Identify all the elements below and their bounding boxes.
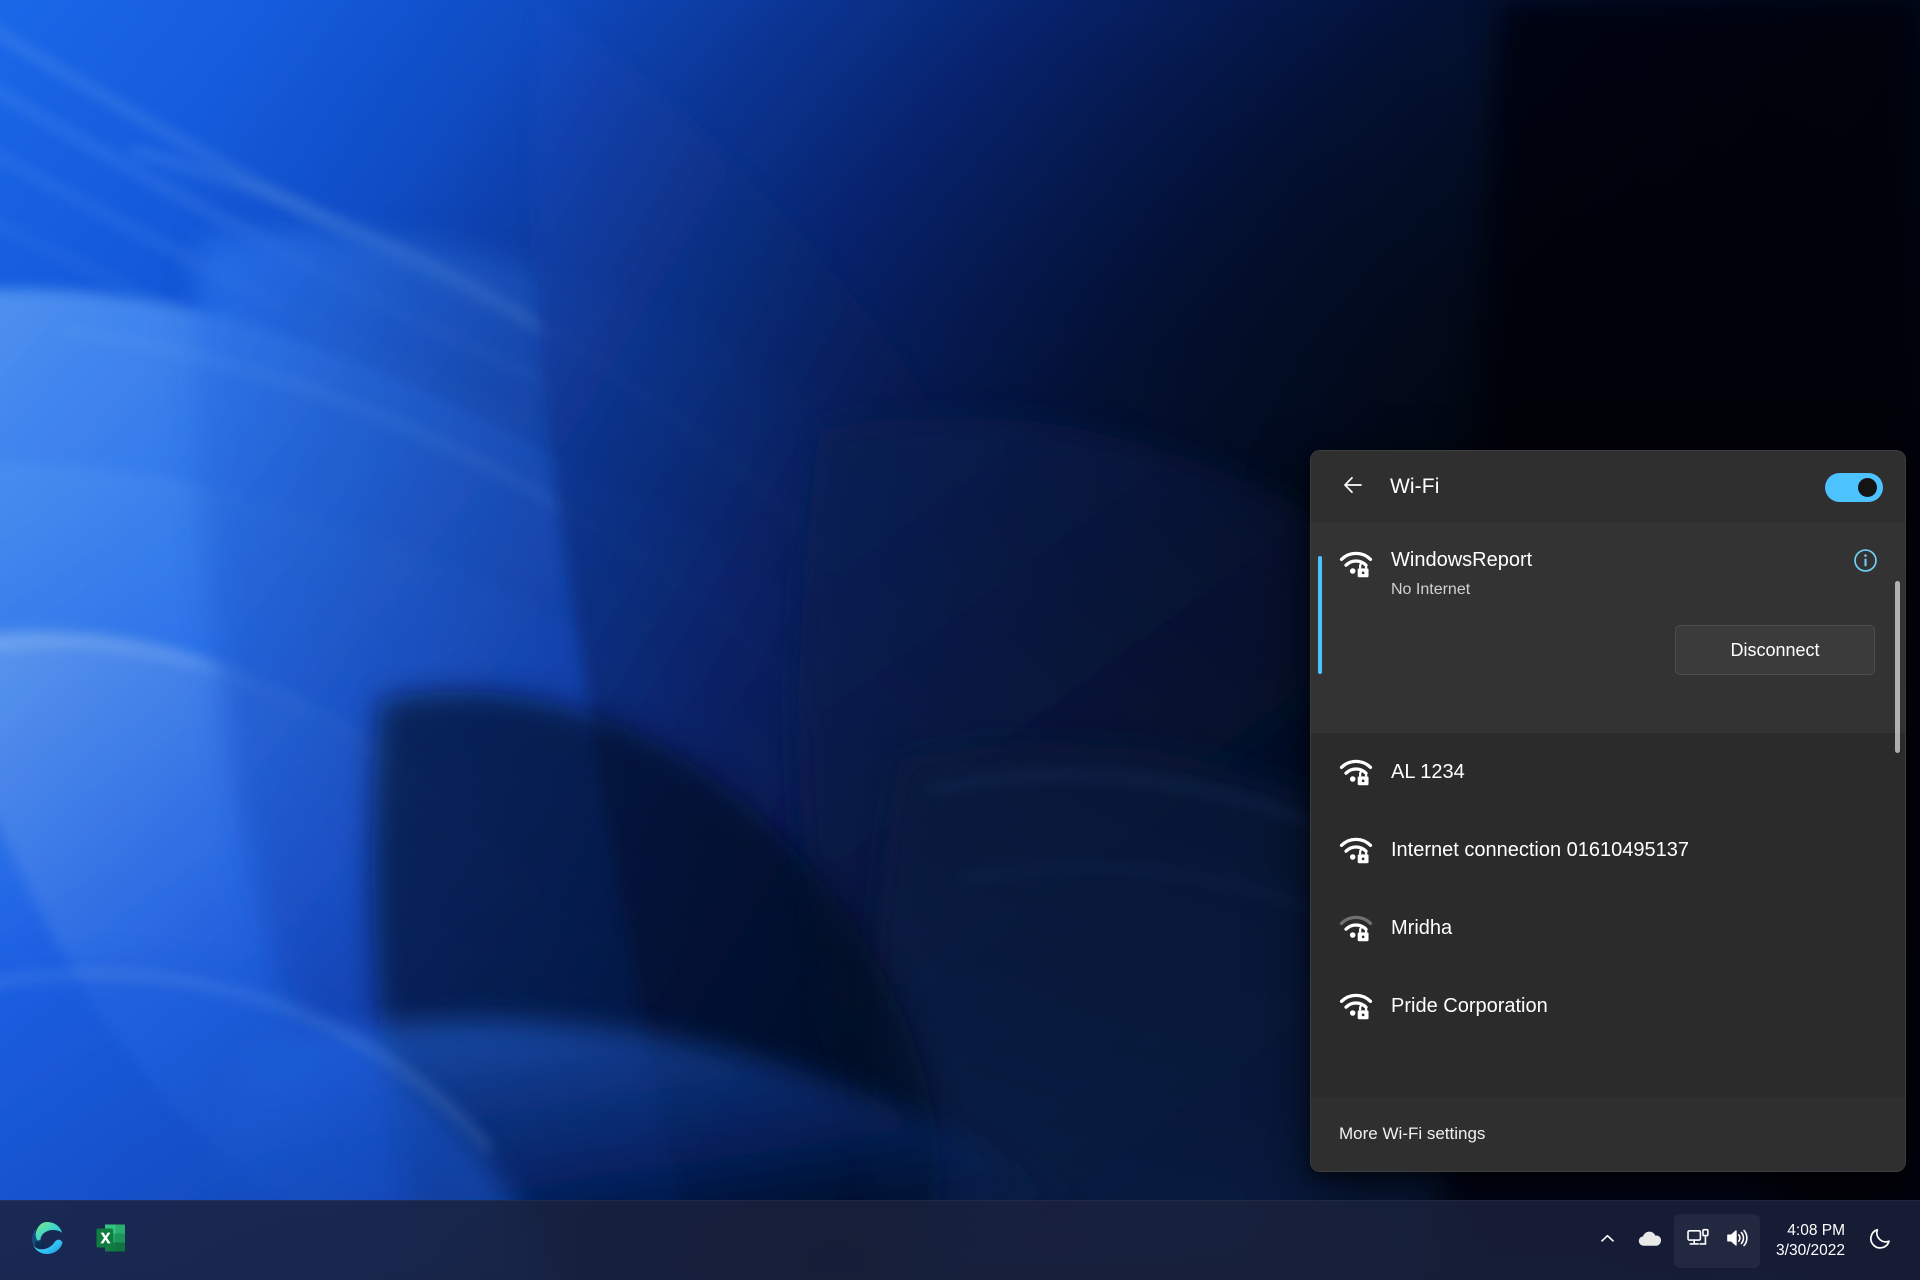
disconnect-button[interactable]: Disconnect <box>1675 625 1875 676</box>
toggle-knob <box>1858 477 1877 497</box>
microsoft-excel-icon <box>94 1221 128 1260</box>
connected-network-status: No Internet <box>1391 581 1471 598</box>
network-volume-group[interactable] <box>1674 1213 1761 1268</box>
back-button[interactable] <box>1333 467 1373 507</box>
arrow-left-icon <box>1341 473 1365 502</box>
taskbar-app-buttons <box>0 1216 136 1266</box>
microsoft-edge-icon <box>28 1219 66 1262</box>
connected-network-item[interactable]: WindowsReport No Internet Disconnect <box>1311 523 1905 733</box>
selection-accent-bar <box>1318 556 1322 674</box>
wifi-toggle[interactable] <box>1825 472 1883 502</box>
network-list: WindowsReport No Internet Disconnect AL … <box>1311 523 1905 1097</box>
clock-date: 3/30/2022 <box>1776 1241 1845 1259</box>
network-item-internet-connection[interactable]: Internet connection 01610495137 <box>1311 811 1905 889</box>
network-item-pride-corporation[interactable]: Pride Corporation <box>1311 967 1905 1045</box>
network-monitor-icon <box>1686 1226 1710 1255</box>
network-ssid-label: Internet connection 01610495137 <box>1391 838 1690 861</box>
wifi-secured-icon <box>1339 833 1373 867</box>
connected-network-ssid: WindowsReport <box>1391 549 1533 571</box>
chevron-up-icon <box>1598 1229 1617 1253</box>
desktop: Wi-Fi WindowsReport No Internet Disconne… <box>0 0 1920 1280</box>
network-item-mridha[interactable]: Mridha <box>1311 889 1905 967</box>
wifi-secured-icon <box>1339 755 1373 789</box>
clock-button[interactable]: 4:08 PM 3/30/2022 <box>1762 1214 1857 1268</box>
taskbar-app-edge[interactable] <box>22 1216 72 1266</box>
speaker-icon <box>1724 1226 1748 1255</box>
page-title: Wi-Fi <box>1390 475 1440 498</box>
connected-network-text: WindowsReport No Internet <box>1391 547 1847 599</box>
cloud-icon <box>1637 1225 1663 1256</box>
wifi-secured-icon <box>1339 989 1373 1023</box>
more-wifi-settings-link[interactable]: More Wi-Fi settings <box>1311 1097 1905 1171</box>
moon-icon <box>1868 1226 1893 1256</box>
network-info-button[interactable] <box>1847 545 1883 581</box>
network-ssid-label: Mridha <box>1391 916 1453 939</box>
network-list-scrollbar-thumb[interactable] <box>1895 581 1900 753</box>
network-ssid-label: Pride Corporation <box>1391 994 1548 1017</box>
onedrive-button[interactable] <box>1628 1214 1672 1268</box>
clock-time: 4:08 PM <box>1787 1221 1845 1239</box>
flyout-header: Wi-Fi <box>1311 451 1905 523</box>
wifi-quick-settings-flyout: Wi-Fi WindowsReport No Internet Disconne… <box>1310 450 1906 1172</box>
system-tray: 4:08 PM 3/30/2022 <box>1589 1213 1920 1268</box>
more-wifi-settings-label: More Wi-Fi settings <box>1339 1124 1486 1143</box>
network-ssid-label: AL 1234 <box>1391 760 1465 783</box>
wifi-secured-icon <box>1339 547 1373 581</box>
notifications-button[interactable] <box>1859 1214 1902 1268</box>
info-circle-icon <box>1852 547 1879 579</box>
taskbar-app-excel[interactable] <box>86 1216 136 1266</box>
network-item-al-1234[interactable]: AL 1234 <box>1311 733 1905 811</box>
wifi-secured-icon <box>1339 911 1373 945</box>
show-hidden-icons-button[interactable] <box>1589 1214 1626 1268</box>
taskbar: 4:08 PM 3/30/2022 <box>0 1200 1920 1280</box>
